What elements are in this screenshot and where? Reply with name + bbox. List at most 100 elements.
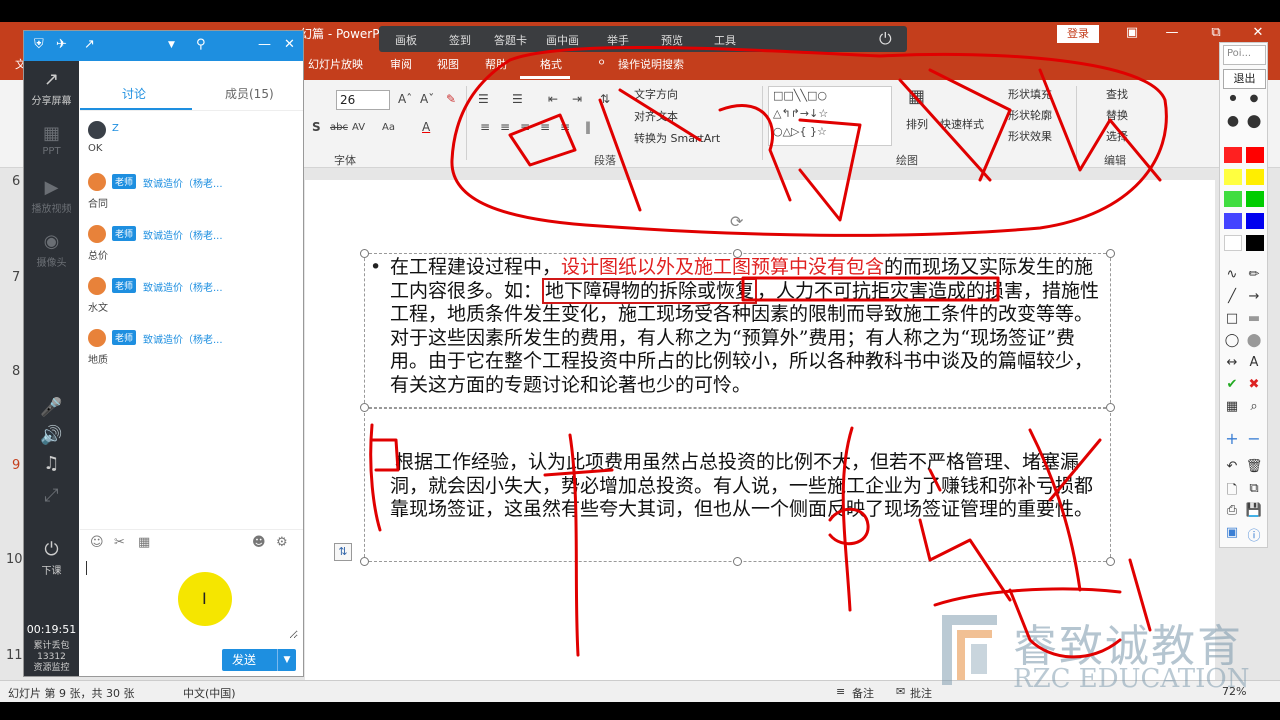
new-page-icon[interactable]: 🗋 [1222,481,1242,503]
char-spacing-icon[interactable]: AV [352,122,365,133]
numbering-icon[interactable]: ☰ [512,92,523,106]
preview-button[interactable]: 预览 [661,32,683,48]
quick-styles-button[interactable]: 快速样式 [940,116,984,132]
zoom-area-icon[interactable]: ⌕ [1244,399,1264,414]
color-swatch-red-light[interactable] [1224,147,1242,163]
thumbnail-number[interactable]: 7 [12,270,20,285]
resize-handle[interactable] [1106,557,1115,566]
align-left-icon[interactable]: ≡ [480,120,490,134]
camera-button[interactable]: ◉ 摄像头 [24,231,79,269]
tab-help[interactable]: 帮助 [485,56,507,72]
color-swatch-green-light[interactable] [1224,191,1242,207]
crop-icon[interactable]: ▦ [1222,399,1242,414]
notes-icon[interactable]: ≡ [836,685,845,698]
pen-size-small-icon[interactable]: ● [1223,93,1243,102]
bullets-icon[interactable]: ☰ [478,92,489,106]
font-size-field[interactable]: 26 [336,90,390,110]
color-swatch-green[interactable] [1246,191,1264,207]
clear-format-icon[interactable]: ✎ [446,92,456,106]
arrow-tool-icon[interactable]: → [1244,289,1264,304]
zoom-in-icon[interactable]: + [1222,429,1242,448]
change-case-icon[interactable]: Aa [382,122,395,133]
comments-button[interactable]: 批注 [910,685,932,701]
screen-icon[interactable]: ▣ [1222,525,1242,540]
tab-review[interactable]: 审阅 [390,56,412,72]
tab-members[interactable]: 成员(15) [225,85,274,102]
pen-size-large-icon[interactable]: ● [1223,113,1243,129]
select-button[interactable]: 选择 [1106,128,1128,144]
settings-icon[interactable]: ⚙ [276,535,288,550]
thumbnail-number[interactable]: 11 [6,648,23,663]
freehand-pen-icon[interactable]: ∿ [1222,267,1242,282]
undo-icon[interactable]: ↶ [1222,459,1242,474]
increase-indent-icon[interactable]: ⇥ [572,92,582,106]
thumbnail-number[interactable]: 10 [6,552,23,567]
exit-button[interactable]: 退出 [1223,69,1266,89]
resize-handle[interactable] [360,557,369,566]
distribute-icon[interactable]: ≡ [560,120,570,134]
send-options-icon[interactable]: ▼ [277,649,296,671]
fullscreen-button[interactable]: ⤢ [24,485,79,508]
send-button[interactable]: 发送 ▼ [222,649,296,671]
cross-icon[interactable]: ✖ [1244,377,1264,392]
pen-size-medium-icon[interactable]: ● [1244,93,1264,104]
user-settings-icon[interactable]: ☻ [252,535,266,550]
layout-options-icon[interactable]: ⇅ [334,543,352,561]
trash-icon[interactable]: 🗑 [1244,459,1264,474]
maximize-icon[interactable]: ⧉ [1204,25,1228,40]
answer-card-button[interactable]: 答题卡 [494,32,527,48]
color-swatch-black[interactable] [1246,235,1264,251]
whiteboard-button[interactable]: 画板 [395,32,417,48]
color-swatch-yellow-light[interactable] [1224,169,1242,185]
check-icon[interactable]: ✔ [1222,377,1242,392]
print-icon[interactable]: ⎙ [1222,503,1242,518]
double-arrow-icon[interactable]: ↔ [1222,355,1242,370]
power-icon[interactable]: ⏻ [879,29,892,49]
shrink-font-icon[interactable]: Aˇ [420,92,434,106]
color-swatch-blue[interactable] [1246,213,1264,229]
info-icon[interactable]: ⓘ [1244,525,1264,544]
find-button[interactable]: 查找 [1106,86,1128,102]
share-icon[interactable]: ↗ [84,37,95,52]
emoji-icon[interactable]: ☺ [90,535,104,550]
replace-button[interactable]: 替换 [1106,107,1128,123]
language-indicator[interactable]: 中文(中国) [183,685,236,701]
color-swatch-blue-light[interactable] [1224,213,1242,229]
strikethrough-icon[interactable]: abc [330,122,348,133]
align-right-icon[interactable]: ≡ [520,120,530,134]
resize-handle[interactable] [360,249,369,258]
convert-smartart-button[interactable]: 转换为 SmartArt [634,130,720,146]
decrease-indent-icon[interactable]: ⇤ [548,92,558,106]
resource-monitor-label[interactable]: 资源监控 [33,663,69,673]
ribbon-display-icon[interactable]: ▣ [1120,25,1144,40]
plane-icon[interactable]: ✈ [56,37,67,52]
font-color-icon[interactable]: A [422,120,430,134]
arrange-button[interactable]: 排列 [906,116,928,132]
pin-icon[interactable]: ⚲ [196,37,206,52]
filled-ellipse-icon[interactable]: ⬤ [1244,333,1264,348]
rectangle-tool-icon[interactable]: □ [1222,311,1242,326]
resize-handle[interactable] [733,557,742,566]
color-swatch-red[interactable] [1246,147,1264,163]
thumbnail-number-current[interactable]: 9 [12,458,20,473]
columns-icon[interactable]: ‖ [585,120,591,134]
tab-view[interactable]: 视图 [437,56,459,72]
rotate-handle-icon[interactable]: ⟳ [730,212,743,231]
color-swatch-yellow[interactable] [1246,169,1264,185]
comments-icon[interactable]: ✉ [896,685,905,698]
picture-in-picture-button[interactable]: 画中画 [546,32,579,48]
thumbnail-number[interactable]: 6 [12,174,20,189]
shadow-icon[interactable]: S [312,120,321,134]
resize-handle[interactable] [360,403,369,412]
zoom-out-icon[interactable]: − [1244,429,1264,448]
minimize-icon[interactable]: — [1160,25,1184,40]
image-icon[interactable]: ▦ [138,535,150,550]
shape-fill-button[interactable]: 形状填充 [1008,86,1052,102]
justify-icon[interactable]: ≡ [540,120,550,134]
shape-outline-button[interactable]: 形状轮廓 [1008,107,1052,123]
tab-discussion[interactable]: 讨论 [122,85,146,102]
shapes-gallery[interactable]: □□╲╲□○ △↰↱→↓☆ ○△▷{ }☆ [768,86,892,146]
eraser-icon[interactable]: ✏ [1244,267,1264,282]
tab-format[interactable]: 格式 [540,56,562,72]
text-direction-button[interactable]: 文字方向 [634,86,678,102]
